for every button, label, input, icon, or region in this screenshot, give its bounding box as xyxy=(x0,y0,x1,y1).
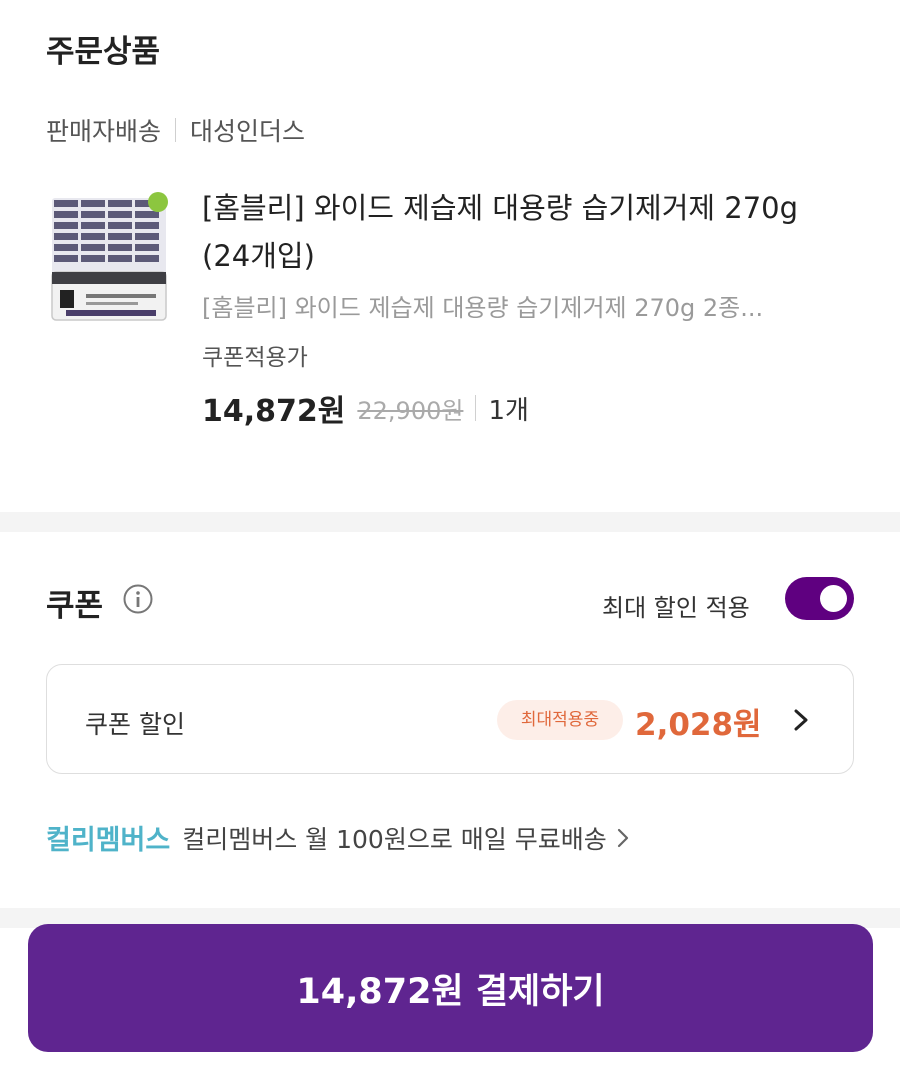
product-image xyxy=(46,190,176,326)
eco-badge xyxy=(148,192,168,212)
chevron-right-icon xyxy=(617,828,628,847)
coupon-applicable-label: 쿠폰적용가 xyxy=(202,345,308,371)
kurly-members-brand: 컬리멤버스 xyxy=(46,825,171,856)
shipping-type: 판매자배송 xyxy=(46,117,162,146)
order-items-title: 주문상품 xyxy=(46,34,161,70)
price-divider xyxy=(475,395,477,421)
product-name[interactable]: [홈블리] 와이드 제습제 대용량 습기제거제 270g (24개입) xyxy=(202,184,842,280)
product-option: [홈블리] 와이드 제습제 대용량 습기제거제 270g 2종... xyxy=(202,294,764,322)
max-discount-toggle[interactable] xyxy=(785,577,854,620)
stacked-packs xyxy=(52,198,166,278)
kurly-members-text: 컬리멤버스 월 100원으로 매일 무료배송 xyxy=(182,824,607,854)
checkout-button[interactable]: 14,872원 결제하기 xyxy=(28,924,873,1052)
original-price: 22,900원 xyxy=(357,396,464,425)
seller-name: 대성인더스 xyxy=(190,117,306,146)
toggle-knob xyxy=(820,585,847,612)
section-separator xyxy=(0,512,900,532)
max-discount-label: 최대 할인 적용 xyxy=(602,594,750,622)
price-row: 14,872원 22,900원 1개 xyxy=(202,386,529,430)
info-icon[interactable] xyxy=(122,583,154,615)
seller-divider xyxy=(175,118,177,142)
coupon-box-label: 쿠폰 할인 xyxy=(85,710,185,739)
quantity: 1개 xyxy=(488,395,529,426)
kurly-members-banner[interactable]: 컬리멤버스 컬리멤버스 월 100원으로 매일 무료배송 xyxy=(46,818,629,857)
chevron-right-icon xyxy=(794,709,808,731)
max-applied-badge: 최대적용중 xyxy=(497,700,623,740)
seller-info: 판매자배송 대성인더스 xyxy=(46,112,305,148)
coupon-discount-amount: 2,028원 xyxy=(635,707,762,743)
coupon-discount-box[interactable]: 쿠폰 할인 최대적용중 2,028원 xyxy=(46,664,854,774)
order-page: 주문상품 판매자배송 대성인더스 [홈블리] 와이드 제습제 대용량 습기제거제… xyxy=(0,0,900,1074)
coupon-title: 쿠폰 xyxy=(46,588,104,624)
sale-price: 14,872원 xyxy=(202,394,346,429)
